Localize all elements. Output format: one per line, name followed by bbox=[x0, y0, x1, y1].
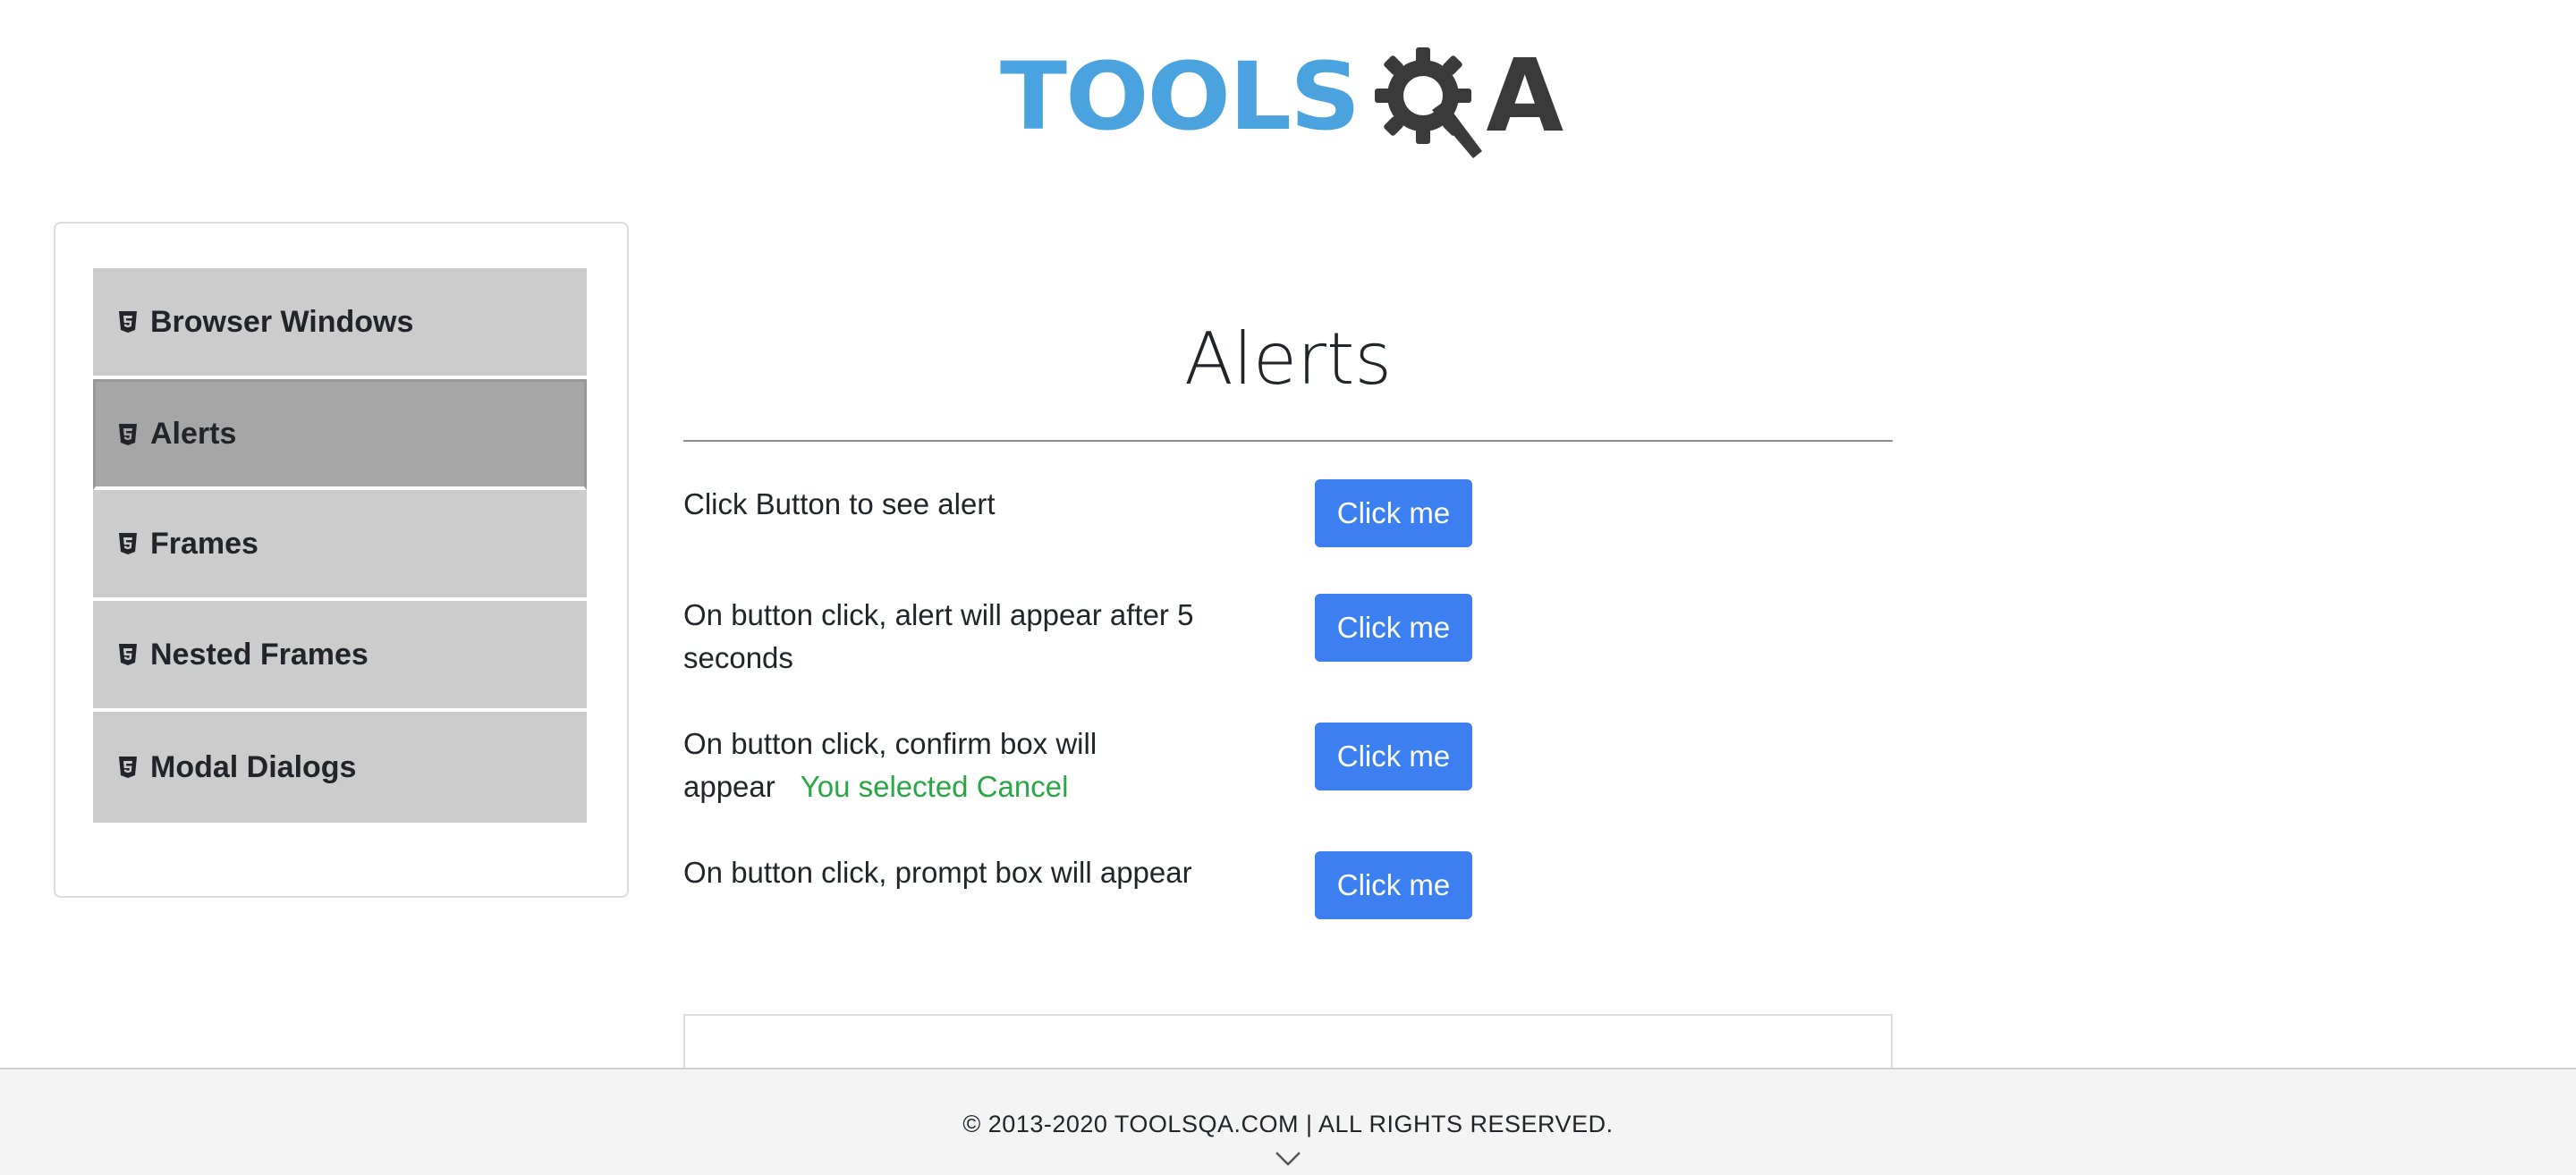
toolsqa-logo[interactable]: TOOLS A bbox=[1000, 25, 1581, 168]
logo-a-text: A bbox=[1486, 38, 1564, 155]
alert-button[interactable]: Click me bbox=[1315, 479, 1472, 547]
copyright-text: © 2013-2020 TOOLSQA.COM | ALL RIGHTS RES… bbox=[962, 1111, 1614, 1137]
confirm-button[interactable]: Click me bbox=[1315, 723, 1472, 790]
prompt-description: On button click, prompt box will appear bbox=[683, 856, 1192, 889]
chevron-down-icon[interactable] bbox=[1274, 1150, 1302, 1168]
sidebar-menu: Browser Windows Alerts Frames Nested Fra… bbox=[93, 268, 587, 823]
confirm-description: On button click, confirm box will appear… bbox=[683, 723, 1211, 808]
title-divider bbox=[683, 440, 1893, 442]
html5-icon bbox=[119, 757, 137, 778]
logo-tools-text: TOOLS bbox=[1000, 42, 1360, 151]
sidebar-item-label: Alerts bbox=[150, 417, 237, 451]
sidebar-item-alerts[interactable]: Alerts bbox=[93, 379, 587, 490]
sidebar-item-label: Nested Frames bbox=[150, 637, 369, 672]
timer-alert-button[interactable]: Click me bbox=[1315, 594, 1472, 662]
sidebar-panel: Browser Windows Alerts Frames Nested Fra… bbox=[54, 222, 629, 898]
sidebar-item-frames[interactable]: Frames bbox=[93, 490, 587, 601]
timer-alert-description: On button click, alert will appear after… bbox=[683, 598, 1194, 674]
sidebar-item-label: Frames bbox=[150, 526, 258, 561]
site-footer: © 2013-2020 TOOLSQA.COM | ALL RIGHTS RES… bbox=[0, 1068, 2576, 1175]
sidebar-item-label: Modal Dialogs bbox=[150, 749, 357, 784]
site-header: TOOLS A bbox=[0, 0, 2576, 179]
prompt-button[interactable]: Click me bbox=[1315, 851, 1472, 919]
confirm-result: You selected Cancel bbox=[800, 770, 1069, 803]
html5-icon bbox=[119, 644, 137, 665]
html5-icon bbox=[119, 533, 137, 554]
main-content: Alerts Click Button to see alert Click m… bbox=[683, 268, 1893, 919]
sidebar-item-modal-dialogs[interactable]: Modal Dialogs bbox=[93, 712, 587, 823]
html5-icon bbox=[119, 423, 137, 445]
page-title: Alerts bbox=[1183, 317, 1393, 401]
html5-icon bbox=[119, 311, 137, 333]
alert-description: Click Button to see alert bbox=[683, 487, 996, 520]
sidebar-item-nested-frames[interactable]: Nested Frames bbox=[93, 601, 587, 712]
gear-q-icon bbox=[1375, 47, 1483, 158]
sidebar-item-label: Browser Windows bbox=[150, 304, 414, 339]
sidebar-item-browser-windows[interactable]: Browser Windows bbox=[93, 268, 587, 379]
